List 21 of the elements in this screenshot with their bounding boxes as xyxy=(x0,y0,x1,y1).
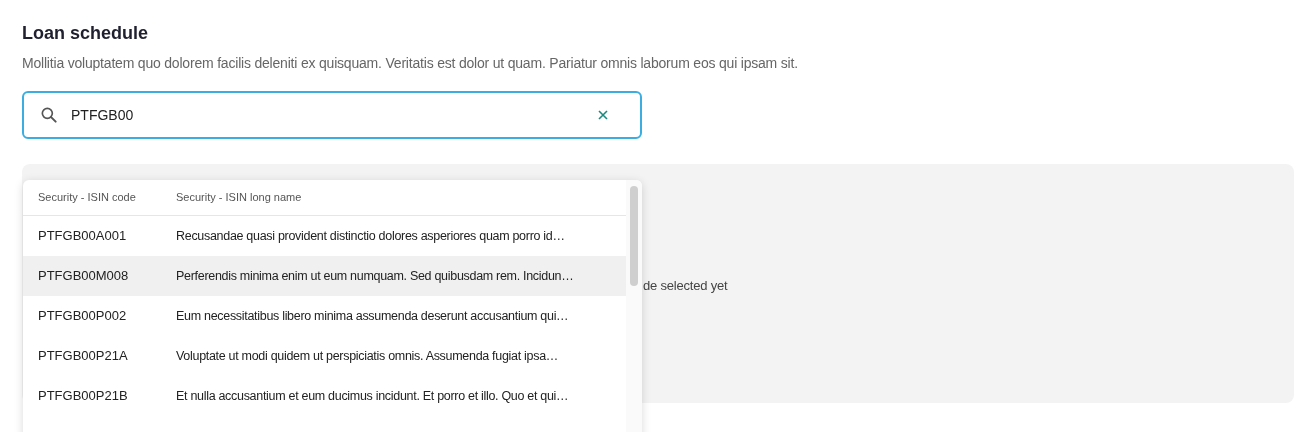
isin-code: PTFGB00A001 xyxy=(37,227,128,246)
isin-code: PTFGB00P002 xyxy=(37,307,128,326)
close-icon xyxy=(598,110,608,120)
isin-code: PTFGB00P21A xyxy=(37,347,129,366)
isin-long-name: Et nulla accusantium et eum ducimus incidunt. Et porro et illo. Quo et qui… xyxy=(176,387,569,405)
search-icon xyxy=(39,105,59,125)
isin-long-name: Recusandae quasi provident distinctio dolores asperiores quam porro id… xyxy=(176,227,565,245)
isin-long-name: Perferendis minima enim ut eum numquam. Sed quibusdam rem. Incidun… xyxy=(176,267,574,285)
search-field[interactable]: PTFGB00 xyxy=(22,91,642,139)
isin-long-name: Voluptate ut modi quidem ut perspiciatis omnis. Assumenda fugiat ipsa… xyxy=(176,347,558,365)
page-description: Mollitia voluptatem quo dolorem facilis deleniti ex quisquam. Veritatis est dolor ut quam. Pariatur omnis laborum eos qui ipsam sit. xyxy=(22,54,799,73)
scrollbar[interactable] xyxy=(626,180,642,432)
column-header: Security - ISIN code xyxy=(37,190,137,206)
column-header: Security - ISIN long name xyxy=(176,190,302,206)
result-row[interactable]: PTFGB00M008 Perferendis minima enim ut eum numquam. Sed quibusdam rem. Incidun… xyxy=(23,256,626,296)
isin-code: PTFGB00M008 xyxy=(37,267,130,286)
isin-code: PTFGB00P21B xyxy=(37,387,129,406)
empty-message: de selected yet xyxy=(643,277,728,295)
search-input[interactable]: PTFGB00 xyxy=(71,104,593,126)
isin-long-name: Eum necessitatibus libero minima assumenda deserunt accusantium qui… xyxy=(176,307,569,325)
page-title: Loan schedule xyxy=(22,22,150,45)
